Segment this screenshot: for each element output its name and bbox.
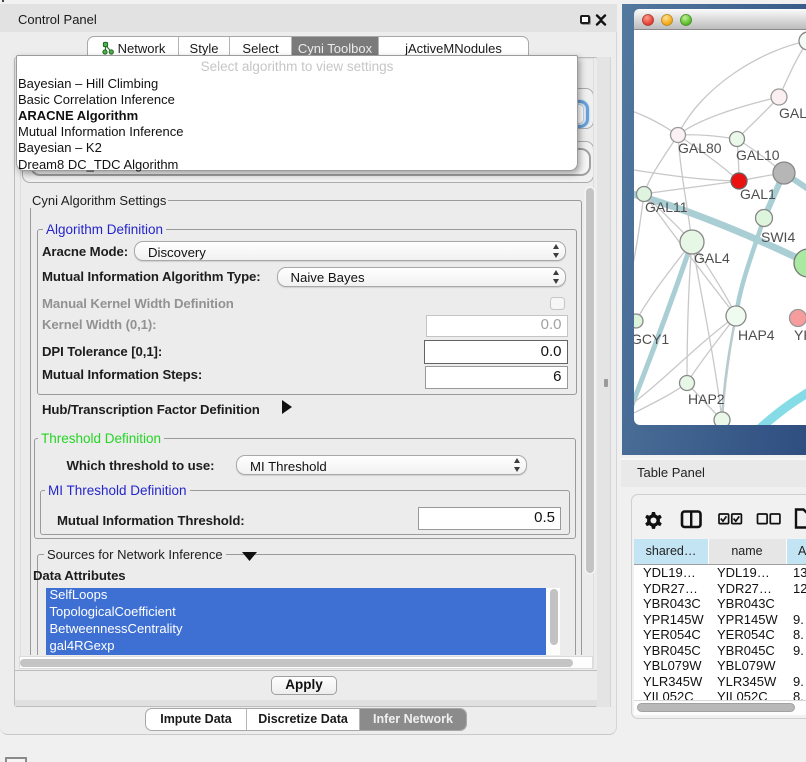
svg-text:GAL10: GAL10 bbox=[736, 147, 780, 163]
svg-text:YK: YK bbox=[794, 327, 806, 343]
svg-text:SWI4: SWI4 bbox=[761, 229, 795, 245]
svg-text:GAL80: GAL80 bbox=[678, 140, 722, 156]
svg-text:HAP4: HAP4 bbox=[738, 327, 775, 343]
svg-text:GCY1: GCY1 bbox=[634, 331, 669, 347]
svg-text:GAL2: GAL2 bbox=[779, 105, 806, 121]
svg-text:GAL11: GAL11 bbox=[645, 199, 688, 215]
svg-text:GAL4: GAL4 bbox=[694, 250, 730, 266]
svg-text:GAL1: GAL1 bbox=[740, 186, 776, 202]
svg-text:HAP2: HAP2 bbox=[688, 391, 725, 407]
